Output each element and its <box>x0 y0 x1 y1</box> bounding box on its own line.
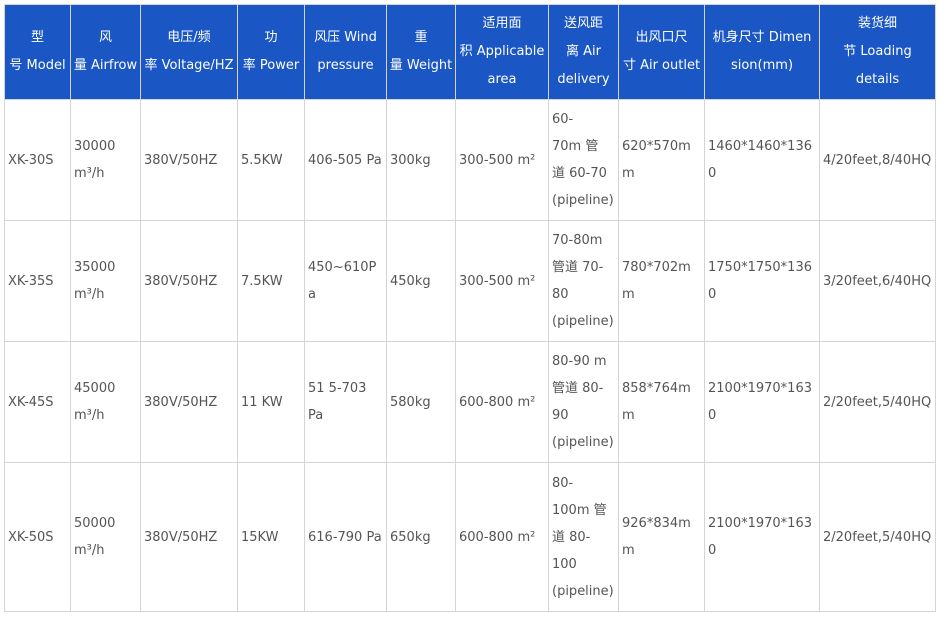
cell-weight: 650kg <box>386 462 456 612</box>
cell-loading: 2/20feet,5/40HQ <box>819 341 936 463</box>
cell-loading: 4/20feet,8/40HQ <box>819 99 936 221</box>
product-spec-table: 型号 Model 风量 Airfrow 电压/频率 Voltage/HZ 功率 … <box>4 4 936 612</box>
cell-dimension: 1750*1750*1360 <box>704 220 820 342</box>
cell-model: XK-45S <box>4 341 71 463</box>
table-row: XK-30S 30000 m³/h 380V/50HZ 5.5KW 406-505… <box>4 99 936 221</box>
cell-voltage: 380V/50HZ <box>140 99 238 221</box>
header-airflow: 风量 Airfrow <box>70 4 141 100</box>
table-row: XK-50S 50000 m³/h 380V/50HZ 15KW 616-790 … <box>4 462 936 612</box>
cell-airflow: 35000 m³/h <box>70 220 141 342</box>
cell-area: 600-800 m² <box>455 462 549 612</box>
cell-voltage: 380V/50HZ <box>140 220 238 342</box>
table-row: XK-45S 45000 m³/h 380V/50HZ 11 KW 51 5-70… <box>4 341 936 463</box>
cell-area: 600-800 m² <box>455 341 549 463</box>
header-pressure: 风压 Wind pressure <box>304 4 387 100</box>
cell-delivery: 60- 70m 管道 60-70 (pipeline) <box>548 99 619 221</box>
cell-airflow: 30000 m³/h <box>70 99 141 221</box>
cell-area: 300-500 m² <box>455 220 549 342</box>
table-row: XK-35S 35000 m³/h 380V/50HZ 7.5KW 450~610… <box>4 220 936 342</box>
cell-dimension: 2100*1970*1630 <box>704 462 820 612</box>
cell-loading: 3/20feet,6/40HQ <box>819 220 936 342</box>
cell-model: XK-30S <box>4 99 71 221</box>
cell-weight: 580kg <box>386 341 456 463</box>
header-delivery: 送风距离 Air delivery <box>548 4 619 100</box>
spec-table-container: 型号 Model 风量 Airfrow 电压/频率 Voltage/HZ 功率 … <box>4 4 936 612</box>
header-dimension: 机身尺寸 Dimen sion(mm) <box>704 4 820 100</box>
cell-outlet: 620*570mm <box>618 99 705 221</box>
cell-power: 7.5KW <box>237 220 305 342</box>
cell-dimension: 1460*1460*1360 <box>704 99 820 221</box>
header-power: 功率 Power <box>237 4 305 100</box>
header-weight: 重量 Weight <box>386 4 456 100</box>
cell-area: 300-500 m² <box>455 99 549 221</box>
cell-outlet: 780*702mm <box>618 220 705 342</box>
cell-model: XK-35S <box>4 220 71 342</box>
cell-pressure: 51 5-703 Pa <box>304 341 387 463</box>
header-area: 适用面积 Applicable area <box>455 4 549 100</box>
cell-model: XK-50S <box>4 462 71 612</box>
cell-voltage: 380V/50HZ <box>140 341 238 463</box>
cell-weight: 300kg <box>386 99 456 221</box>
cell-voltage: 380V/50HZ <box>140 462 238 612</box>
header-model: 型号 Model <box>4 4 71 100</box>
cell-outlet: 926*834mm <box>618 462 705 612</box>
cell-delivery: 70-80m 管道 70- 80 (pipeline) <box>548 220 619 342</box>
header-outlet: 出风口尺寸 Air outlet <box>618 4 705 100</box>
cell-outlet: 858*764mm <box>618 341 705 463</box>
cell-dimension: 2100*1970*1630 <box>704 341 820 463</box>
header-row: 型号 Model 风量 Airfrow 电压/频率 Voltage/HZ 功率 … <box>4 4 936 100</box>
header-voltage: 电压/频率 Voltage/HZ <box>140 4 238 100</box>
cell-power: 11 KW <box>237 341 305 463</box>
cell-pressure: 450~610Pa <box>304 220 387 342</box>
cell-pressure: 406-505 Pa <box>304 99 387 221</box>
cell-loading: 2/20feet,5/40HQ <box>819 462 936 612</box>
cell-power: 15KW <box>237 462 305 612</box>
cell-power: 5.5KW <box>237 99 305 221</box>
cell-weight: 450kg <box>386 220 456 342</box>
cell-pressure: 616-790 Pa <box>304 462 387 612</box>
cell-airflow: 45000 m³/h <box>70 341 141 463</box>
header-loading: 装货细节 Loading details <box>819 4 936 100</box>
cell-delivery: 80-90 m 管道 80- 90 (pipeline) <box>548 341 619 463</box>
cell-delivery: 80- 100m 管道 80- 100 (pipeline) <box>548 462 619 612</box>
cell-airflow: 50000 m³/h <box>70 462 141 612</box>
